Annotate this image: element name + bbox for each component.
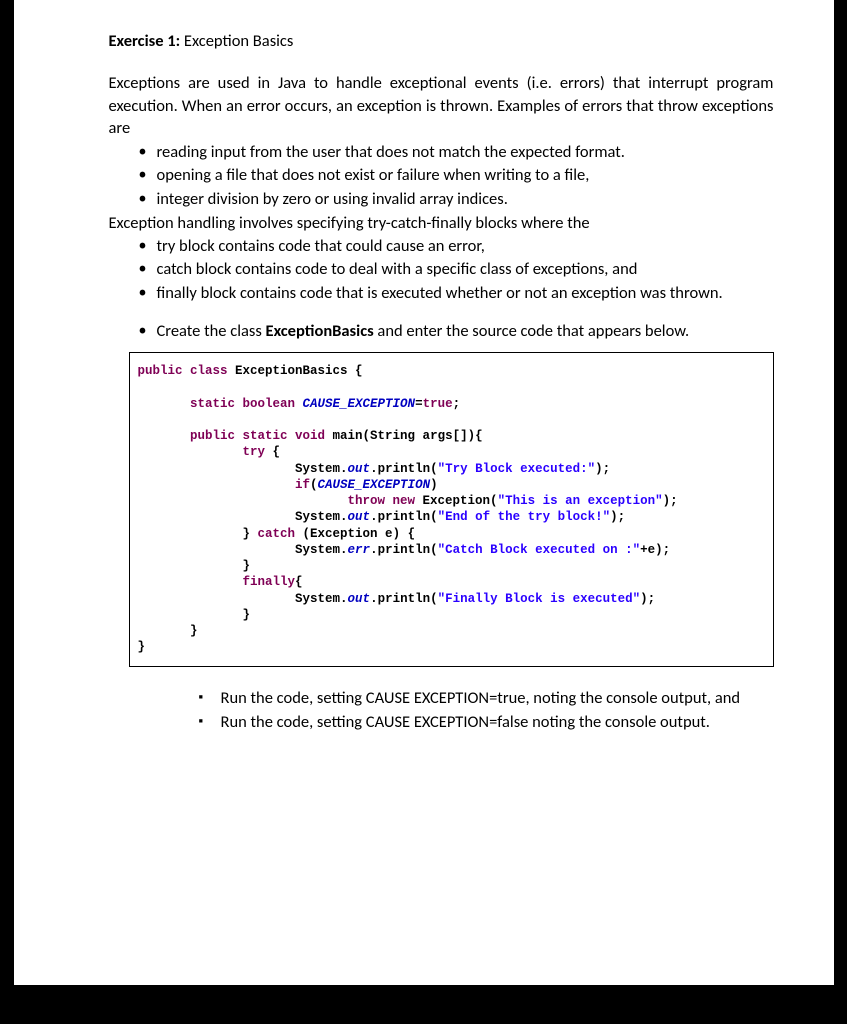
code-string: "Try Block executed:": [438, 462, 596, 476]
code-keyword: public static void: [138, 429, 333, 443]
list-item: try block contains code that could cause…: [139, 235, 774, 257]
handling-intro: Exception handling involves specifying t…: [109, 212, 774, 234]
code-text: +e);: [640, 543, 670, 557]
intro-paragraph: Exceptions are used in Java to handle ex…: [109, 72, 774, 139]
code-text: System.: [138, 543, 348, 557]
code-string: "This is an exception": [498, 494, 663, 508]
code-block: public class ExceptionBasics { static bo…: [129, 352, 774, 667]
code-keyword: catch: [258, 527, 296, 541]
code-out: out: [348, 462, 371, 476]
code-text: System.: [138, 462, 348, 476]
list-item: catch block contains code to deal with a…: [139, 258, 774, 280]
code-keyword: if: [138, 478, 311, 492]
list-item: integer division by zero or using invali…: [139, 188, 774, 210]
code-keyword: try: [138, 445, 266, 459]
code-text: }: [138, 608, 251, 622]
code-text: );: [595, 462, 610, 476]
exercise-title: Exception Basics: [180, 31, 293, 51]
code-text: ;: [453, 397, 461, 411]
task-item: Create the class ExceptionBasics and ent…: [139, 320, 774, 342]
examples-list: reading input from the user that does no…: [109, 141, 774, 210]
task-list: Create the class ExceptionBasics and ent…: [109, 320, 774, 342]
code-text: {: [265, 445, 280, 459]
code-out: err: [348, 543, 371, 557]
code-keyword: static boolean: [138, 397, 303, 411]
code-text: }: [138, 559, 251, 573]
code-text: System.: [138, 592, 348, 606]
code-out: out: [348, 510, 371, 524]
code-string: "End of the try block!": [438, 510, 611, 524]
code-constant: CAUSE_EXCEPTION: [318, 478, 431, 492]
code-text: .println(: [370, 510, 438, 524]
spacer: [109, 306, 774, 320]
code-text: (Exception e) {: [295, 527, 415, 541]
code-text: ): [430, 478, 438, 492]
code-text: .println(: [370, 462, 438, 476]
task-prefix: Create the class: [157, 321, 266, 341]
task-suffix: and enter the source code that appears b…: [374, 321, 689, 341]
handling-list: try block contains code that could cause…: [109, 235, 774, 304]
code-text: .println(: [370, 543, 438, 557]
code-text: );: [610, 510, 625, 524]
code-text: );: [663, 494, 678, 508]
exercise-heading: Exercise 1: Exception Basics: [109, 30, 774, 52]
code-keyword: public class: [138, 364, 236, 378]
code-text: .println(: [370, 592, 438, 606]
code-text: Exception(: [423, 494, 498, 508]
code-text: }: [138, 624, 198, 638]
code-text: ExceptionBasics {: [235, 364, 363, 378]
code-text: {: [295, 575, 303, 589]
code-text: );: [640, 592, 655, 606]
code-keyword: finally: [138, 575, 296, 589]
list-item: reading input from the user that does no…: [139, 141, 774, 163]
code-string: "Finally Block is executed": [438, 592, 641, 606]
code-keyword: throw new: [138, 494, 423, 508]
document-page: Exercise 1: Exception Basics Exceptions …: [14, 0, 834, 985]
list-item: Run the code, setting CAUSE EXCEPTION=tr…: [199, 687, 774, 709]
code-string: "Catch Block executed on :": [438, 543, 641, 557]
code-text: }: [138, 527, 258, 541]
exercise-label: Exercise 1:: [109, 31, 181, 51]
run-steps-list: Run the code, setting CAUSE EXCEPTION=tr…: [109, 687, 774, 734]
code-text: =: [415, 397, 423, 411]
code-keyword: true: [423, 397, 453, 411]
code-text: main(String args[]){: [333, 429, 483, 443]
task-classname: ExceptionBasics: [266, 321, 374, 341]
code-constant: CAUSE_EXCEPTION: [303, 397, 416, 411]
list-item: Run the code, setting CAUSE EXCEPTION=fa…: [199, 711, 774, 733]
list-item: finally block contains code that is exec…: [139, 282, 774, 304]
code-out: out: [348, 592, 371, 606]
code-text: (: [310, 478, 318, 492]
code-text: System.: [138, 510, 348, 524]
code-text: }: [138, 640, 146, 654]
list-item: opening a file that does not exist or fa…: [139, 164, 774, 186]
